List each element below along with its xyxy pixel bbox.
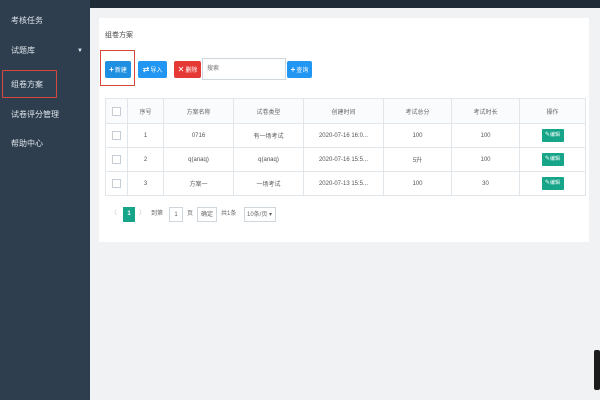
import-button-label: 导入 [150,68,163,74]
column-header-name: 方案名称 [163,98,234,124]
page-button-current[interactable]: 1 [123,207,135,222]
row-select-cell[interactable] [105,147,128,172]
cell-type: 有一场考试 [233,123,304,148]
edit-button-label: 编辑 [550,180,561,186]
sidebar-item-label: 试题库 [11,46,35,55]
plus-icon: + [109,65,114,74]
select-all-checkbox[interactable] [112,106,121,116]
page-size-value: 10条/页 [247,212,268,218]
sidebar: 考核任务 试题库 ▼ 组卷方案 试卷评分管理 帮助中心 [0,0,90,400]
cell-duration: 100 [451,147,520,172]
row-checkbox[interactable] [112,131,121,140]
search-input[interactable] [202,58,286,80]
edit-button[interactable]: ✎编辑 [541,177,564,190]
edit-button-label: 编辑 [550,132,561,138]
import-button[interactable]: ⇄导入 [138,61,167,78]
total-count: 共1条 [221,211,237,217]
cell-name: q(anaq) [163,147,234,172]
column-header-score: 考试总分 [383,98,452,124]
cell-duration: 30 [451,171,520,196]
page-jump-input[interactable]: 1 [169,207,183,222]
caret-down-icon: ▼ [77,48,83,54]
page-unit-label: 页 [187,211,194,217]
page-title: 组卷方案 [105,32,133,39]
top-header-bar [90,0,600,8]
cell-action: ✎编辑 [519,171,586,196]
new-button[interactable]: +新建 [105,61,131,78]
edit-button[interactable]: ✎编辑 [541,153,564,166]
search-button[interactable]: +查询 [287,61,312,78]
column-header-index: 序号 [127,98,164,124]
row-checkbox[interactable] [112,179,121,188]
column-header-duration: 考试时长 [451,98,520,124]
import-icon: ⇄ [142,65,150,74]
scrollbar-thumb[interactable] [594,350,600,390]
sidebar-item-label: 帮助中心 [11,139,43,148]
column-header-action: 操作 [519,98,586,124]
delete-button[interactable]: ✕删除 [174,61,201,78]
chevron-right-icon[interactable]: 〉 [139,207,147,222]
cell-name: 方案一 [163,171,234,196]
cell-type: q(anaq) [233,147,304,172]
caret-down-icon: ▾ [269,212,273,218]
cell-duration: 100 [451,123,520,148]
edit-button[interactable]: ✎编辑 [541,129,564,142]
column-header-type: 试卷类型 [233,98,304,124]
search-button-label: 查询 [296,68,309,74]
cell-index: 3 [127,171,164,196]
sidebar-item-label: 考核任务 [11,16,43,25]
sidebar-item-help-center[interactable]: 帮助中心 [0,131,90,157]
table-header-row: 序号 方案名称 试卷类型 创建时间 考试总分 考试时长 操作 [105,98,586,124]
sidebar-item-label: 组卷方案 [11,80,43,89]
page-size-select[interactable]: 10条/页 ▾ [244,207,276,222]
row-checkbox[interactable] [112,155,121,164]
cell-created: 2020-07-16 15:5... [303,147,384,172]
column-header-created: 创建时间 [303,98,384,124]
page-jump-confirm-button[interactable]: 确定 [197,207,217,222]
row-select-cell[interactable] [105,171,128,196]
goto-label: 到第 [151,211,164,217]
cell-score: 100 [383,123,452,148]
sidebar-item-question-bank[interactable]: 试题库 ▼ [0,38,90,64]
cell-created: 2020-07-16 16:0... [303,123,384,148]
schemes-table: 序号 方案名称 试卷类型 创建时间 考试总分 考试时长 操作 1 0716 有一… [105,98,586,196]
table-row: 2 q(anaq) q(anaq) 2020-07-16 15:5... 5升 … [105,147,586,172]
plus-icon: + [290,65,296,74]
cell-score: 100 [383,171,452,196]
cell-index: 1 [127,123,164,148]
edit-button-label: 编辑 [550,156,561,162]
cell-action: ✎编辑 [519,123,586,148]
chevron-left-icon[interactable]: 〈 [111,207,119,222]
sidebar-item-paper-grading[interactable]: 试卷评分管理 [0,102,90,128]
table-row: 3 方案一 一场考试 2020-07-13 15:5... 100 30 ✎编辑 [105,171,586,196]
cell-action: ✎编辑 [519,147,586,172]
cell-type: 一场考试 [233,171,304,196]
x-icon: ✕ [177,65,185,74]
cell-score: 5升 [383,147,452,172]
row-select-cell[interactable] [105,123,128,148]
sidebar-item-label: 试卷评分管理 [11,110,59,119]
cell-created: 2020-07-13 15:5... [303,171,384,196]
new-button-label: 新建 [114,68,127,74]
select-all-cell[interactable] [105,98,128,124]
delete-button-label: 删除 [185,68,198,74]
cell-index: 2 [127,147,164,172]
table-row: 1 0716 有一场考试 2020-07-16 16:0... 100 100 … [105,123,586,148]
cell-name: 0716 [163,123,234,148]
sidebar-item-exam-tasks[interactable]: 考核任务 [0,8,90,34]
sidebar-item-paper-schemes[interactable]: 组卷方案 [2,70,57,98]
